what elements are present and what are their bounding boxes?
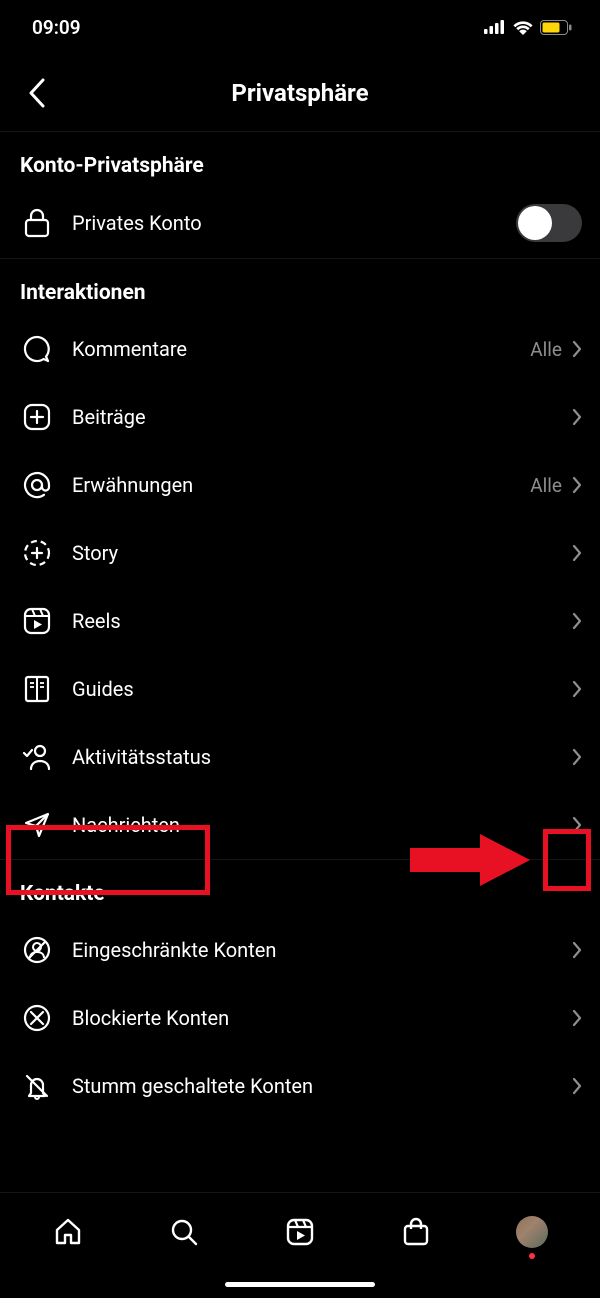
chevron-right-icon — [572, 1077, 582, 1095]
chevron-right-icon — [572, 544, 582, 562]
content: Konto-Privatsphäre Privates Konto Intera… — [0, 132, 600, 1192]
chevron-right-icon — [572, 816, 582, 834]
row-label: Aktivitätsstatus — [56, 745, 572, 769]
home-indicator — [0, 1270, 600, 1298]
nav-header: Privatsphäre — [0, 54, 600, 132]
row-mentions[interactable]: Erwähnungen Alle — [0, 451, 600, 519]
chevron-left-icon — [28, 78, 45, 108]
chevron-right-icon — [572, 612, 582, 630]
row-label: Story — [56, 541, 572, 565]
tab-profile[interactable] — [510, 1210, 554, 1254]
mention-icon — [22, 470, 52, 500]
chevron-right-icon — [572, 476, 582, 494]
row-restricted-accounts[interactable]: Eingeschränkte Konten — [0, 916, 600, 984]
row-blocked-accounts[interactable]: Blockierte Konten — [0, 984, 600, 1052]
row-value: Alle — [530, 474, 562, 497]
row-label: Beiträge — [56, 405, 572, 429]
tab-bar — [0, 1192, 600, 1270]
chevron-right-icon — [572, 340, 582, 358]
chevron-right-icon — [572, 680, 582, 698]
row-comments[interactable]: Kommentare Alle — [0, 315, 600, 383]
row-messages[interactable]: Nachrichten — [0, 791, 600, 859]
reels-tab-icon — [285, 1217, 315, 1247]
section-header-account-privacy: Konto-Privatsphäre — [0, 132, 600, 188]
row-label: Reels — [56, 609, 572, 633]
section-header-interactions: Interaktionen — [0, 259, 600, 315]
row-label: Guides — [56, 677, 572, 701]
row-muted-accounts[interactable]: Stumm geschaltete Konten — [0, 1052, 600, 1120]
messages-icon — [23, 811, 51, 839]
row-label: Blockierte Konten — [56, 1006, 572, 1030]
row-label: Eingeschränkte Konten — [56, 938, 572, 962]
status-time: 09:09 — [32, 16, 81, 39]
lock-icon — [23, 208, 51, 238]
muted-icon — [23, 1071, 51, 1101]
tab-shop[interactable] — [394, 1210, 438, 1254]
status-indicators — [484, 19, 572, 35]
row-story[interactable]: Story — [0, 519, 600, 587]
tab-home[interactable] — [46, 1210, 90, 1254]
row-guides[interactable]: Guides — [0, 655, 600, 723]
row-activity-status[interactable]: Aktivitätsstatus — [0, 723, 600, 791]
story-icon — [22, 538, 52, 568]
activity-icon — [22, 743, 52, 771]
wifi-icon — [512, 19, 534, 35]
search-icon — [169, 1217, 199, 1247]
status-bar: 09:09 — [0, 0, 600, 54]
toggle-knob — [518, 206, 552, 240]
back-button[interactable] — [14, 71, 58, 115]
chevron-right-icon — [572, 941, 582, 959]
comment-icon — [22, 334, 52, 364]
row-label: Stumm geschaltete Konten — [56, 1074, 572, 1098]
reels-icon — [23, 607, 51, 635]
avatar — [516, 1216, 548, 1248]
tab-search[interactable] — [162, 1210, 206, 1254]
tab-reels[interactable] — [278, 1210, 322, 1254]
battery-icon — [540, 20, 572, 35]
row-posts[interactable]: Beiträge — [0, 383, 600, 451]
private-account-toggle[interactable] — [516, 204, 582, 242]
chevron-right-icon — [572, 408, 582, 426]
row-value: Alle — [530, 338, 562, 361]
guides-icon — [23, 674, 51, 704]
section-header-contacts: Kontakte — [0, 860, 600, 916]
signal-icon — [484, 20, 506, 34]
plus-square-icon — [23, 403, 51, 431]
blocked-icon — [22, 1003, 52, 1033]
shop-icon — [401, 1217, 431, 1247]
restricted-icon — [22, 935, 52, 965]
row-private-account[interactable]: Privates Konto — [0, 188, 600, 258]
row-reels[interactable]: Reels — [0, 587, 600, 655]
notification-dot — [529, 1253, 535, 1259]
row-label: Kommentare — [56, 337, 530, 361]
chevron-right-icon — [572, 1009, 582, 1027]
chevron-right-icon — [572, 748, 582, 766]
home-icon — [53, 1217, 83, 1247]
page-title: Privatsphäre — [0, 79, 600, 107]
row-label: Nachrichten — [56, 813, 572, 837]
private-account-label: Privates Konto — [56, 211, 516, 235]
row-label: Erwähnungen — [56, 473, 530, 497]
